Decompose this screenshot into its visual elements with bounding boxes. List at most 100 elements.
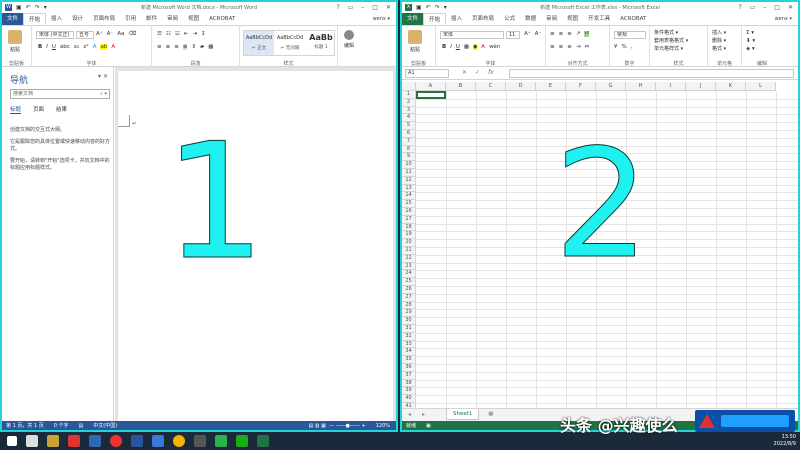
name-box[interactable]: A1: [405, 69, 449, 78]
tab-file[interactable]: 文件: [402, 13, 424, 25]
row-header[interactable]: 27: [402, 293, 416, 302]
search-icon[interactable]: ⌕ ▾: [100, 90, 107, 98]
row-header[interactable]: 11: [402, 169, 416, 177]
delete-cells-button[interactable]: 删除 ▾: [712, 37, 726, 45]
row-header[interactable]: 15: [402, 200, 416, 208]
explorer-icon[interactable]: [47, 435, 59, 447]
tab-view[interactable]: 视图: [183, 13, 204, 25]
tab-formulas[interactable]: 公式: [499, 13, 520, 25]
tab-mailings[interactable]: 邮件: [141, 13, 162, 25]
excel-font-size-combo[interactable]: 11: [506, 31, 520, 39]
sheet-tab[interactable]: Sheet1: [446, 409, 480, 420]
bold-icon[interactable]: B: [442, 44, 446, 50]
row-header[interactable]: 34: [402, 348, 416, 357]
merge-icon[interactable]: ⇔: [584, 44, 589, 50]
minimize-icon[interactable]: –: [361, 4, 364, 11]
middle-align-icon[interactable]: ≡: [559, 31, 564, 37]
clock-date[interactable]: 2022/8/9: [774, 441, 796, 448]
justify-icon[interactable]: ≡: [182, 44, 188, 50]
chrome-icon[interactable]: [173, 435, 185, 447]
row-header[interactable]: 2: [402, 98, 416, 107]
conditional-format-button[interactable]: 条件格式 ▾: [654, 29, 688, 37]
status-page[interactable]: 第 1 页，共 1 页: [6, 422, 44, 429]
grow-font-icon[interactable]: A⁺: [96, 31, 103, 37]
row-header[interactable]: 8: [402, 145, 416, 154]
row-header[interactable]: 21: [402, 247, 416, 255]
underline-icon[interactable]: U: [52, 44, 56, 50]
font-size-combo[interactable]: 五号: [76, 31, 94, 39]
undo-icon[interactable]: ↶: [426, 4, 431, 11]
row-header[interactable]: 6: [402, 130, 416, 138]
borders-icon[interactable]: ▦: [208, 44, 213, 50]
tab-acrobat[interactable]: ACROBAT: [204, 13, 240, 25]
font-color-icon[interactable]: A: [481, 44, 485, 50]
proofing-icon[interactable]: ▤: [79, 423, 84, 429]
status-language[interactable]: 中文(中国): [93, 422, 117, 429]
excel-user-account[interactable]: wenx ▾: [775, 16, 798, 22]
column-header[interactable]: A: [416, 82, 446, 91]
strikethrough-icon[interactable]: abc: [60, 44, 70, 50]
row-header[interactable]: 20: [402, 239, 416, 247]
row-header[interactable]: 12: [402, 176, 416, 185]
column-header[interactable]: B: [446, 82, 476, 91]
clock-time[interactable]: 13:50: [774, 434, 796, 441]
tab-insert[interactable]: 插入: [46, 13, 67, 25]
tab-home[interactable]: 开始: [423, 13, 447, 25]
tab-file[interactable]: 文件: [2, 13, 24, 25]
style-normal[interactable]: AaBbCcDd ↵ 正文: [244, 31, 274, 55]
tab-review[interactable]: 审阅: [541, 13, 562, 25]
case-icon[interactable]: Aa: [117, 31, 124, 37]
grow-font-icon[interactable]: A⁺: [524, 31, 531, 37]
editing-button[interactable]: 编辑: [344, 30, 354, 49]
align-right-icon[interactable]: ≡: [567, 44, 572, 50]
cancel-icon[interactable]: ✕: [462, 69, 467, 76]
row-header[interactable]: 30: [402, 317, 416, 325]
decrease-indent-icon[interactable]: ⇤: [184, 31, 189, 37]
add-sheet-icon[interactable]: ⊕: [488, 410, 494, 418]
orientation-icon[interactable]: ↗: [576, 31, 581, 37]
tab-insert[interactable]: 插入: [446, 13, 467, 25]
borders-icon[interactable]: ▦: [464, 44, 469, 50]
shrink-font-icon[interactable]: A⁻: [107, 31, 114, 37]
column-header[interactable]: L: [746, 82, 776, 91]
row-header[interactable]: 35: [402, 356, 416, 364]
align-left-icon[interactable]: ≡: [550, 44, 555, 50]
start-icon[interactable]: [7, 436, 17, 446]
align-right-icon[interactable]: ≡: [174, 44, 179, 50]
tab-home[interactable]: 开始: [23, 13, 47, 25]
row-header[interactable]: 5: [402, 122, 416, 130]
tab-review[interactable]: 审阅: [162, 13, 183, 25]
align-center-icon[interactable]: ≡: [166, 44, 171, 50]
enter-icon[interactable]: ✓: [475, 69, 480, 76]
align-left-icon[interactable]: ≡: [157, 44, 162, 50]
row-header[interactable]: 28: [402, 301, 416, 310]
status-words[interactable]: 0 个字: [54, 422, 69, 429]
row-header[interactable]: 29: [402, 309, 416, 318]
style-heading1[interactable]: AaBb 标题 1: [306, 31, 336, 55]
column-header[interactable]: F: [566, 82, 596, 91]
format-cells-button[interactable]: 格式 ▾: [712, 45, 726, 53]
word-taskbar-icon[interactable]: [131, 435, 143, 447]
row-header[interactable]: 22: [402, 254, 416, 263]
tab-page-layout[interactable]: 页面布局: [88, 13, 120, 25]
fill-color-icon[interactable]: ◆: [473, 44, 478, 50]
insert-function-icon[interactable]: fx: [488, 69, 494, 76]
row-header[interactable]: 19: [402, 231, 416, 240]
close-icon[interactable]: ✕: [386, 4, 391, 11]
shading-icon[interactable]: ▰: [200, 44, 204, 50]
numbering-icon[interactable]: ☷: [166, 31, 171, 37]
maximize-icon[interactable]: □: [774, 4, 780, 11]
wechat-icon[interactable]: [215, 435, 227, 447]
superscript-icon[interactable]: x²: [83, 44, 88, 50]
zoom-slider[interactable]: ▤ ▥ ▦ — ——●—— +: [308, 423, 365, 429]
active-cell[interactable]: [416, 91, 446, 99]
align-center-icon[interactable]: ≡: [559, 44, 564, 50]
row-header[interactable]: 14: [402, 192, 416, 201]
macro-record-icon[interactable]: ▣: [426, 423, 431, 429]
row-header[interactable]: 40: [402, 395, 416, 403]
ribbon-display-icon[interactable]: ▭: [348, 4, 354, 11]
app-icon-blue2[interactable]: [152, 435, 164, 447]
maximize-icon[interactable]: □: [372, 4, 378, 11]
column-header[interactable]: E: [536, 82, 566, 91]
ribbon-display-icon[interactable]: ▭: [750, 4, 756, 11]
